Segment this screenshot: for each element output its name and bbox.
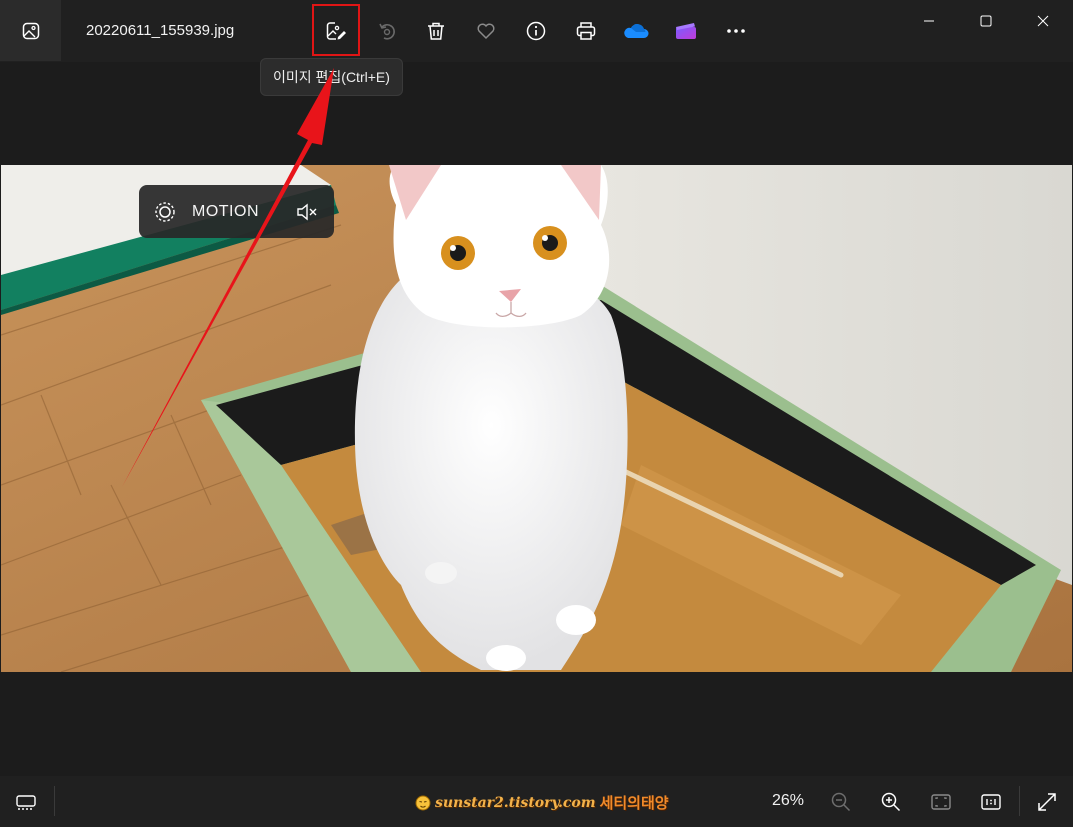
onedrive-button[interactable] [621, 16, 651, 46]
watermark: sunstar2.tistory.com 세티의태양 [415, 792, 669, 813]
zoom-in-icon [881, 792, 901, 812]
minimize-icon [924, 20, 934, 22]
watermark-url: sunstar2.tistory.com [435, 794, 596, 811]
divider [54, 786, 55, 816]
app-icon[interactable] [0, 0, 61, 61]
more-button[interactable] [721, 16, 751, 46]
print-button[interactable] [571, 16, 601, 46]
edit-image-icon [326, 22, 346, 40]
watermark-name: 세티의태양 [599, 795, 669, 812]
rotate-button[interactable] [372, 16, 402, 46]
full-screen-button[interactable] [1033, 788, 1061, 816]
filmstrip-button[interactable] [12, 788, 40, 816]
favorite-icon [477, 23, 495, 40]
photo-view[interactable] [1, 165, 1072, 672]
delete-button[interactable] [421, 16, 451, 46]
close-button[interactable] [1020, 8, 1066, 34]
bottom-bar: sunstar2.tistory.com 세티의태양 26% [0, 776, 1073, 827]
mute-icon[interactable] [296, 202, 318, 222]
fit-to-window-button[interactable] [927, 788, 955, 816]
fit-window-icon [931, 794, 951, 810]
clipchamp-icon [676, 23, 696, 39]
onedrive-icon [624, 24, 649, 38]
zoom-level: 26% [772, 792, 805, 809]
close-icon [1037, 15, 1049, 27]
rotate-icon [379, 23, 395, 40]
zoom-out-button[interactable] [827, 788, 855, 816]
info-icon [526, 21, 546, 41]
emoji-icon [415, 795, 431, 810]
clipchamp-button[interactable] [671, 16, 701, 46]
maximize-icon [980, 15, 992, 27]
motion-label: MOTION [192, 203, 259, 220]
cat-photo [1, 165, 1072, 672]
zoom-out-icon [831, 792, 851, 812]
motion-control[interactable]: MOTION [139, 185, 334, 238]
favorite-button[interactable] [471, 16, 501, 46]
more-icon [727, 29, 745, 33]
delete-icon [428, 22, 444, 40]
photos-app-icon [22, 22, 39, 39]
edit-image-button[interactable] [321, 16, 351, 46]
actual-size-icon [981, 794, 1001, 810]
filmstrip-icon [16, 795, 36, 810]
edit-image-tooltip: 이미지 편집(Ctrl+E) [260, 58, 403, 96]
divider [1019, 786, 1020, 816]
print-icon [576, 22, 596, 40]
title-bar: 20220611_155939.jpg [0, 0, 1073, 62]
maximize-button[interactable] [963, 8, 1009, 34]
file-name: 20220611_155939.jpg [86, 22, 235, 39]
minimize-button[interactable] [906, 8, 952, 34]
zoom-in-button[interactable] [877, 788, 905, 816]
live-photo-icon [155, 202, 175, 222]
expand-icon [1038, 793, 1056, 811]
info-button[interactable] [521, 16, 551, 46]
actual-size-button[interactable] [977, 788, 1005, 816]
